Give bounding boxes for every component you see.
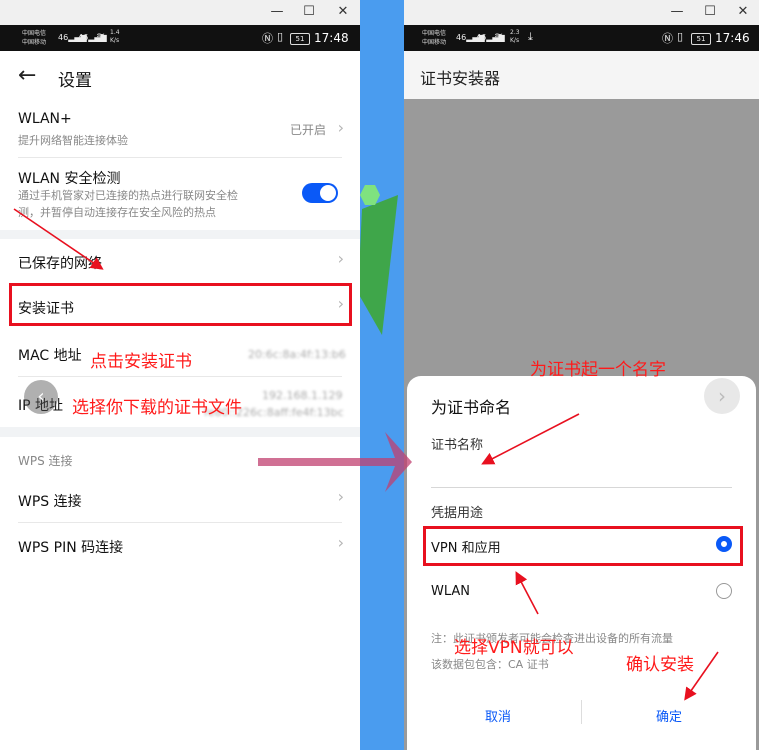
transition-arrow-icon: [258, 432, 412, 492]
arrow-to-saved: [13, 208, 104, 270]
arrow-to-confirm: [684, 651, 719, 701]
arrow-to-name-input: [481, 413, 580, 465]
annotation-arrows: [13, 208, 719, 701]
arrow-to-vpn: [515, 571, 539, 615]
